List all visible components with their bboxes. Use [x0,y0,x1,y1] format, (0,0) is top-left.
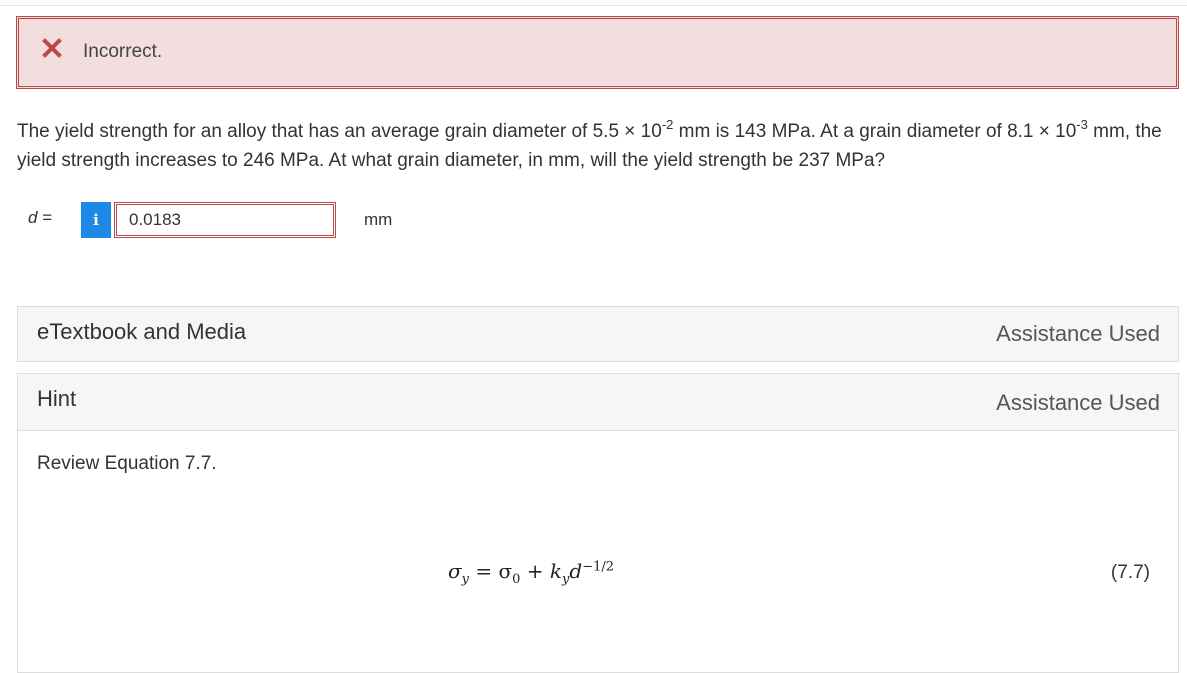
etextbook-panel: eTextbook and Media Assistance Used [17,306,1179,362]
info-icon[interactable]: i [81,202,111,238]
hall-petch-equation: σy = σ0 + kyd−1/2 [448,559,615,587]
top-divider [0,5,1187,6]
feedback-banner: Incorrect. [16,16,1179,89]
close-icon [42,38,62,58]
etextbook-panel-title: eTextbook and Media [37,319,247,344]
etextbook-panel-header[interactable]: eTextbook and Media Assistance Used [18,307,1178,361]
equation-number: (7.7) [1110,562,1150,583]
answer-input[interactable] [114,202,336,238]
hint-panel-header[interactable]: Hint Assistance Used [18,374,1178,431]
hint-panel: Hint Assistance Used Review Equation 7.7… [17,373,1179,673]
feedback-text: Incorrect. [83,41,163,62]
answer-variable-label: d = [28,208,53,227]
answer-unit: mm [364,210,393,229]
hint-text: Review Equation 7.7. [37,453,217,474]
question-text: The yield strength for an alloy that has… [17,116,1162,171]
assistance-used-label: Assistance Used [996,390,1160,415]
hint-panel-title: Hint [37,386,77,411]
assistance-used-label: Assistance Used [996,321,1160,346]
